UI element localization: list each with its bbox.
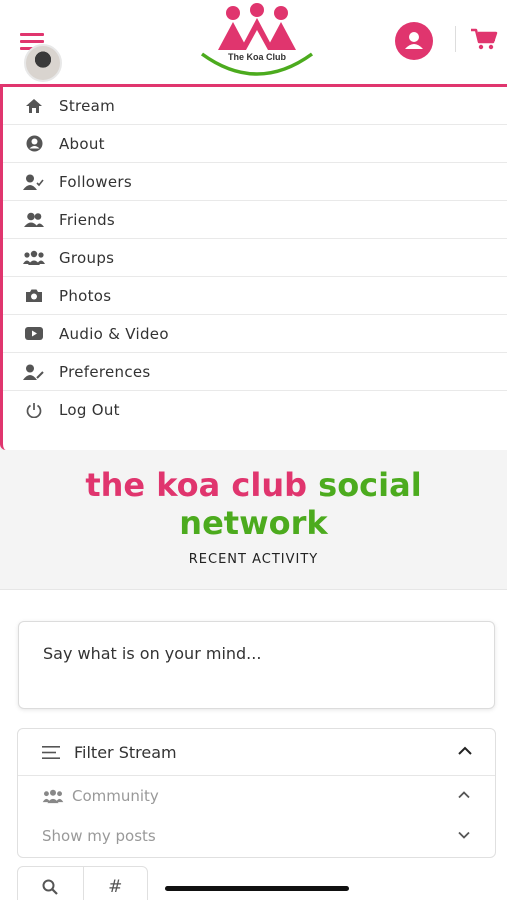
app-header: The Koa Club xyxy=(0,0,507,86)
list-icon xyxy=(42,745,60,759)
hashtag-icon: # xyxy=(108,877,123,897)
friends-icon xyxy=(23,209,45,231)
header-divider xyxy=(455,26,456,52)
user-edit-icon xyxy=(23,361,45,383)
profile-button[interactable] xyxy=(395,22,433,60)
video-icon xyxy=(23,323,45,345)
title-part-green: social xyxy=(318,466,422,504)
home-indicator[interactable] xyxy=(165,886,349,891)
menu-item-label: Preferences xyxy=(59,362,151,381)
groups-icon xyxy=(23,247,45,269)
menu-item-followers[interactable]: Followers xyxy=(3,163,507,201)
title-part-green-2: network xyxy=(179,504,328,542)
chevron-down-icon[interactable] xyxy=(457,828,471,842)
filter-stream-panel: Filter Stream Community Show my posts xyxy=(17,728,496,858)
tab-hashtag[interactable]: # xyxy=(82,867,148,900)
camera-icon xyxy=(23,285,45,307)
page-title: the koa club social network xyxy=(0,466,507,542)
menu-item-label: Groups xyxy=(59,248,115,267)
filter-show-select[interactable]: Show my posts xyxy=(18,816,495,856)
menu-item-label: Photos xyxy=(59,286,112,305)
menu-item-label: Log Out xyxy=(59,401,120,419)
menu-item-label: Friends xyxy=(59,210,116,229)
menu-item-groups[interactable]: Groups xyxy=(3,239,507,277)
menu-item-label: Followers xyxy=(59,172,132,191)
status-composer[interactable]: Say what is on your mind... xyxy=(18,621,495,709)
post-input-placeholder[interactable]: Say what is on your mind... xyxy=(43,644,470,663)
user-circle-icon xyxy=(23,133,45,155)
cart-icon[interactable] xyxy=(470,27,498,51)
hero-banner: the koa club social network RECENT ACTIV… xyxy=(0,450,507,590)
menu-item-friends[interactable]: Friends xyxy=(3,201,507,239)
menu-item-photos[interactable]: Photos xyxy=(3,277,507,315)
title-part-pink: the koa club xyxy=(85,466,319,504)
user-check-icon xyxy=(23,171,45,193)
menu-item-label: About xyxy=(59,134,105,153)
home-icon xyxy=(23,95,45,117)
user-menu-dropdown: Stream About Followers Friends Groups Ph… xyxy=(0,84,507,450)
menu-item-stream[interactable]: Stream xyxy=(3,87,507,125)
community-label: Community xyxy=(72,787,159,805)
power-icon xyxy=(23,399,45,421)
filter-community-select[interactable]: Community xyxy=(18,776,495,816)
filter-stream-header[interactable]: Filter Stream xyxy=(18,729,495,776)
page-subtitle: RECENT ACTIVITY xyxy=(188,552,319,567)
menu-item-audio-video[interactable]: Audio & Video xyxy=(3,315,507,353)
chevron-up-icon[interactable] xyxy=(457,743,473,759)
groups-icon xyxy=(42,789,64,803)
logo-text: The Koa Club xyxy=(228,52,287,62)
profile-icon xyxy=(405,32,423,49)
menu-item-log-out[interactable]: Log Out xyxy=(3,391,507,429)
koa-club-logo[interactable]: The Koa Club xyxy=(198,2,316,78)
show-my-posts-label: Show my posts xyxy=(42,827,156,845)
search-tabs: # xyxy=(17,866,148,900)
menu-item-preferences[interactable]: Preferences xyxy=(3,353,507,391)
menu-item-about[interactable]: About xyxy=(3,125,507,163)
chevron-up-icon[interactable] xyxy=(457,788,471,802)
filter-stream-title: Filter Stream xyxy=(74,742,177,762)
menu-item-label: Audio & Video xyxy=(59,324,169,343)
search-icon xyxy=(42,879,59,895)
avatar[interactable] xyxy=(24,44,62,82)
menu-item-label: Stream xyxy=(59,96,116,115)
tab-search[interactable] xyxy=(18,867,83,900)
